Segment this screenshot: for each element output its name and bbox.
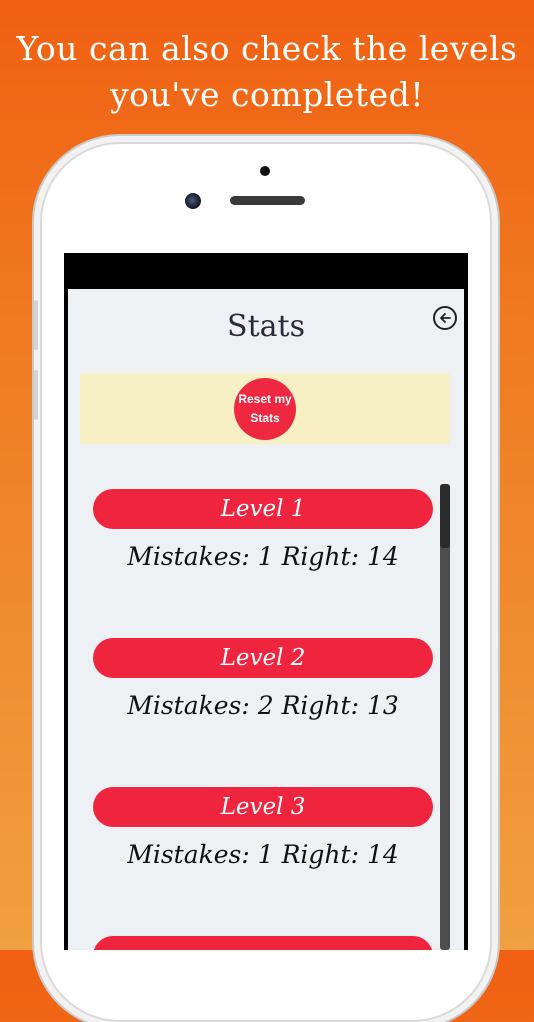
reset-stats-button[interactable]: Reset my Stats bbox=[234, 378, 296, 440]
level-header[interactable]: Level 1 bbox=[93, 489, 433, 529]
scrollbar-track[interactable] bbox=[440, 484, 450, 950]
level-stats: Mistakes: 1 Right: 14 bbox=[127, 542, 399, 571]
caption-line-1: You can also check the levels bbox=[16, 29, 518, 68]
volume-down-button bbox=[34, 370, 38, 420]
page-title: Stats bbox=[227, 309, 305, 344]
caption-line-2: you've completed! bbox=[109, 75, 425, 114]
level-stats: Mistakes: 1 Right: 14 bbox=[127, 840, 399, 869]
level-stats: Mistakes: 2 Right: 13 bbox=[127, 691, 399, 720]
level-header[interactable]: Level 3 bbox=[93, 787, 433, 827]
front-camera bbox=[185, 193, 201, 209]
promo-caption: You can also check the levels you've com… bbox=[0, 26, 534, 118]
sensor-dot bbox=[260, 166, 270, 176]
volume-up-button bbox=[34, 300, 38, 350]
reset-button-label-line-2: Stats bbox=[250, 411, 280, 425]
earpiece-speaker bbox=[230, 196, 305, 205]
stats-screen: Stats Reset my Stats Level 1 Mistakes: 1… bbox=[68, 289, 464, 950]
level-header-partial[interactable] bbox=[93, 936, 433, 950]
scrollbar-thumb[interactable] bbox=[440, 484, 450, 548]
reset-bar: Reset my Stats bbox=[80, 373, 450, 444]
reset-button-label-line-1: Reset my bbox=[238, 392, 292, 406]
level-header[interactable]: Level 2 bbox=[93, 638, 433, 678]
phone-screen: Stats Reset my Stats Level 1 Mistakes: 1… bbox=[64, 253, 468, 950]
